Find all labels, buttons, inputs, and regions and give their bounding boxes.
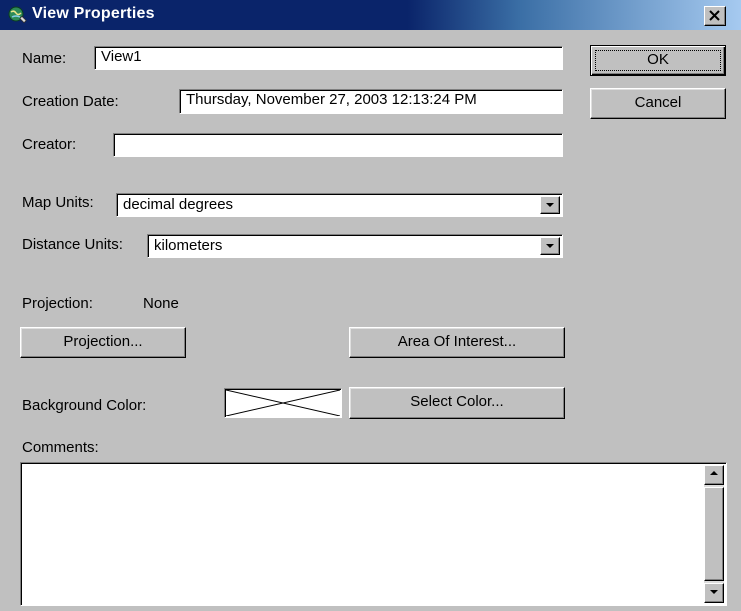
globe-view-icon xyxy=(8,6,27,24)
chevron-down-icon xyxy=(546,203,554,207)
background-color-swatch xyxy=(224,388,342,418)
cancel-button-label: Cancel xyxy=(634,94,682,111)
area-of-interest-button[interactable]: Area Of Interest... xyxy=(349,327,565,358)
ok-button-label: OK xyxy=(647,51,669,68)
close-icon xyxy=(709,10,720,21)
area-of-interest-button-label: Area Of Interest... xyxy=(397,333,517,350)
projection-button[interactable]: Projection... xyxy=(20,327,186,358)
dialog-title: View Properties xyxy=(32,5,155,22)
creator-label: Creator: xyxy=(22,136,77,153)
creation-date-field[interactable]: Thursday, November 27, 2003 12:13:24 PM xyxy=(179,89,563,114)
name-field[interactable]: View1 xyxy=(94,46,563,70)
map-units-select[interactable]: decimal degrees xyxy=(116,193,563,217)
creation-date-label: Creation Date: xyxy=(22,93,119,110)
ok-button[interactable]: OK xyxy=(590,45,726,76)
comments-scrollbar[interactable] xyxy=(704,465,724,603)
distance-units-dropdown-button[interactable] xyxy=(540,237,560,255)
name-label: Name: xyxy=(22,50,67,67)
map-units-label: Map Units: xyxy=(22,194,94,211)
arrow-down-icon xyxy=(710,590,718,594)
creator-field[interactable] xyxy=(113,133,563,157)
projection-button-label: Projection... xyxy=(63,333,143,350)
distance-units-label: Distance Units: xyxy=(22,236,123,253)
chevron-down-icon xyxy=(546,244,554,248)
projection-value: None xyxy=(143,295,179,312)
map-units-dropdown-button[interactable] xyxy=(540,196,560,214)
comments-label: Comments: xyxy=(22,439,99,456)
distance-units-select[interactable]: kilometers xyxy=(147,234,563,258)
background-color-label: Background Color: xyxy=(22,397,147,414)
no-color-icon xyxy=(226,390,340,416)
select-color-button[interactable]: Select Color... xyxy=(349,387,565,419)
view-properties-dialog: View Properties Name: View1 Creation Dat… xyxy=(0,0,741,611)
select-color-button-label: Select Color... xyxy=(410,393,504,410)
comments-textarea[interactable] xyxy=(20,462,727,606)
close-button[interactable] xyxy=(704,6,726,26)
title-bar[interactable]: View Properties xyxy=(0,0,741,30)
projection-label: Projection: xyxy=(22,295,93,312)
cancel-button[interactable]: Cancel xyxy=(590,88,726,119)
arrow-up-icon xyxy=(710,471,718,475)
scroll-down-button[interactable] xyxy=(704,583,724,603)
distance-units-value: kilometers xyxy=(154,237,223,254)
map-units-value: decimal degrees xyxy=(123,196,234,213)
scroll-up-button[interactable] xyxy=(704,465,724,485)
scroll-thumb[interactable] xyxy=(704,487,724,581)
